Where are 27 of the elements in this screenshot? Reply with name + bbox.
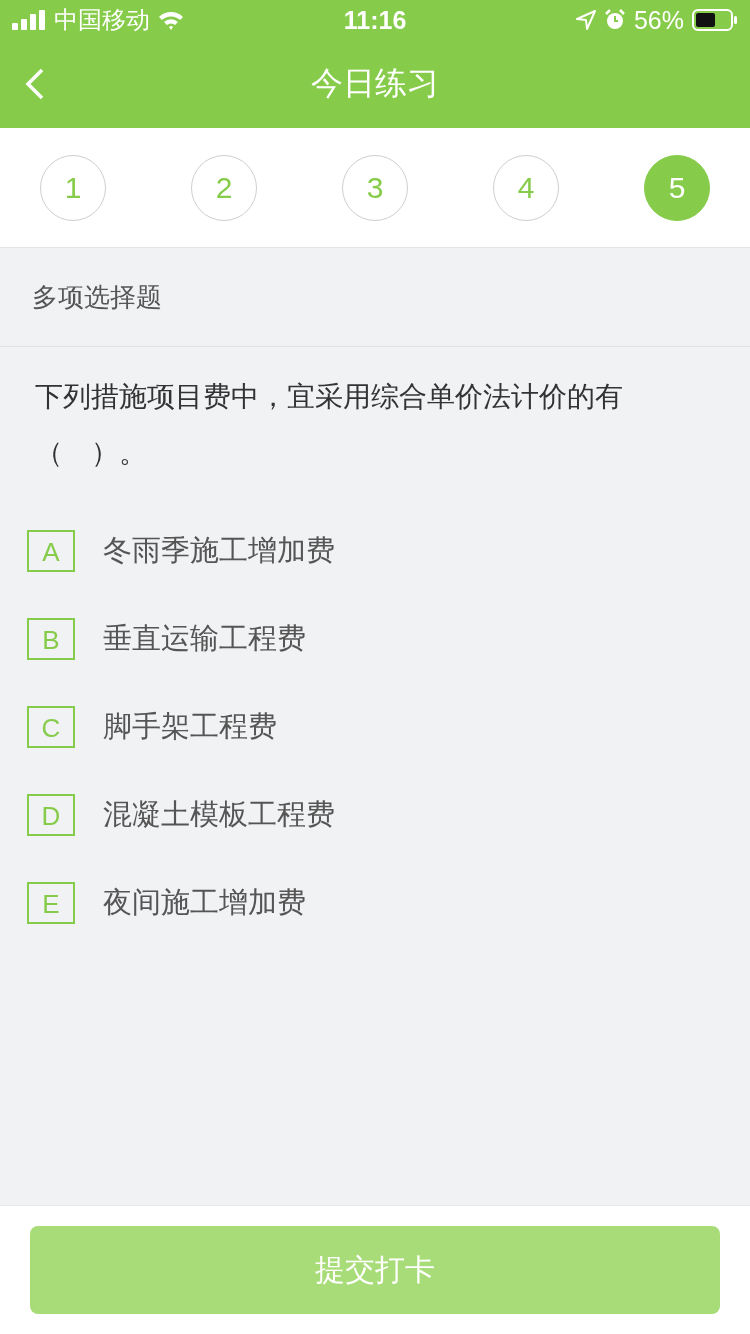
alarm-icon <box>603 9 626 31</box>
question-type: 多项选择题 <box>32 280 162 314</box>
page-title: 今日练习 <box>311 63 439 104</box>
question-number-button[interactable]: 3 <box>342 154 408 221</box>
option-checkbox[interactable]: D <box>27 794 75 836</box>
question-number-button[interactable]: 4 <box>493 154 559 221</box>
battery-percent: 56% <box>633 5 684 35</box>
option-text[interactable]: 脚手架工程费 <box>103 707 277 747</box>
option-checkbox[interactable]: A <box>27 530 75 572</box>
carrier-name: 中国移动 <box>54 5 150 36</box>
option-text[interactable]: 垂直运输工程费 <box>103 619 306 659</box>
location-icon <box>575 10 596 30</box>
clock-time: 11:16 <box>343 5 407 35</box>
back-chevron-icon <box>24 67 46 101</box>
question-number-button[interactable]: 2 <box>191 154 257 221</box>
question-text: 下列措施项目费中，宜采用综合单价法计价的有（ ）。 <box>35 379 624 471</box>
option-checkbox[interactable]: C <box>27 706 75 748</box>
option-checkbox[interactable]: B <box>27 618 75 660</box>
question-number-button[interactable]: 1 <box>40 154 106 221</box>
option-text[interactable]: 夜间施工增加费 <box>103 883 306 923</box>
battery-icon <box>692 9 738 31</box>
question-number-button[interactable]: 5 <box>644 154 710 221</box>
option-text[interactable]: 冬雨季施工增加费 <box>103 531 335 571</box>
signal-icon <box>12 10 46 30</box>
option-text[interactable]: 混凝土模板工程费 <box>103 795 335 835</box>
option-checkbox[interactable]: E <box>27 882 75 924</box>
wifi-icon <box>158 10 184 30</box>
